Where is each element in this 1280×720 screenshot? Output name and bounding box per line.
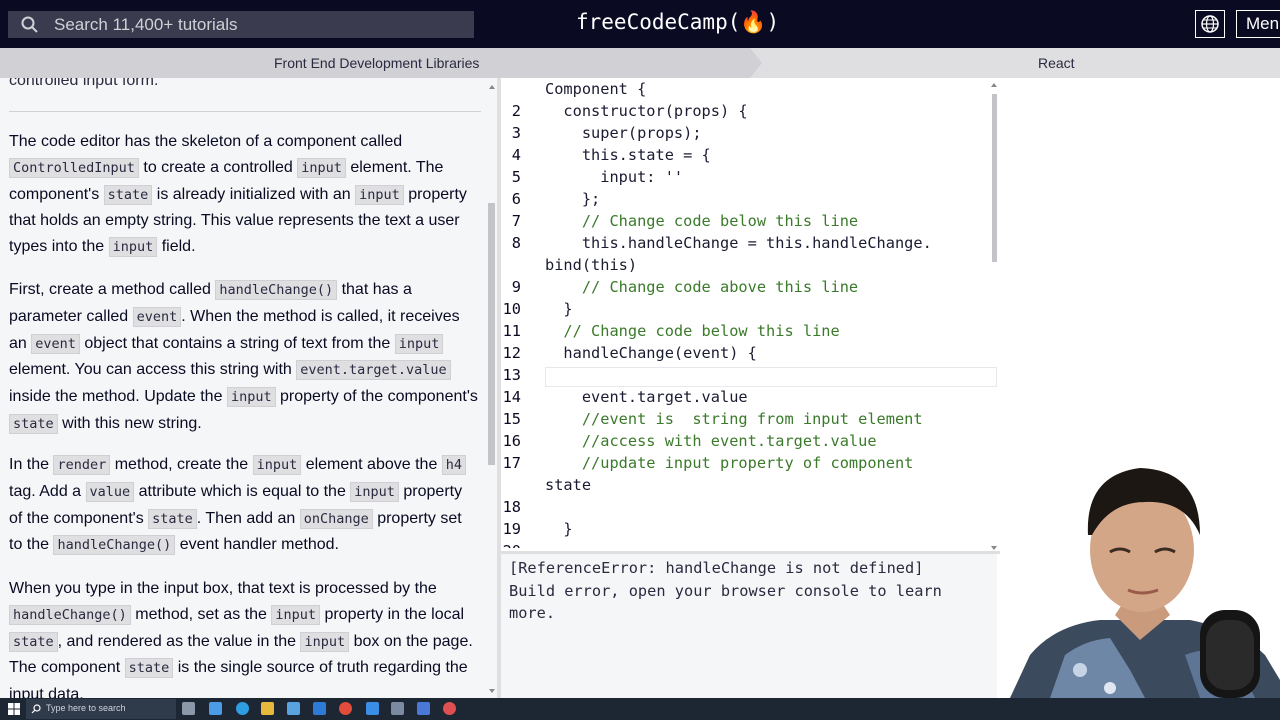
scrollbar-thumb[interactable]	[488, 203, 495, 465]
code-line[interactable]: //update input property of component	[545, 452, 914, 474]
console-message: [ReferenceError: handleChange is not def…	[509, 559, 942, 622]
instructions-pane: controlled input form. The code editor h…	[0, 78, 490, 698]
windows-start-icon[interactable]	[8, 703, 20, 715]
code-line[interactable]: constructor(props) {	[545, 100, 747, 122]
recorder-icon[interactable]	[443, 702, 456, 715]
line-number: 18	[502, 498, 521, 516]
scrollbar-thumb[interactable]	[992, 94, 997, 262]
line-number: 14	[502, 388, 521, 406]
code-line[interactable]: // Change code above this line	[545, 276, 858, 298]
breadcrumb-current[interactable]: React	[1038, 55, 1075, 71]
code-editor[interactable]: Component { 2 constructor(props) { 3 super…	[501, 78, 1000, 548]
line-number: 15	[502, 410, 521, 428]
mail-icon[interactable]	[313, 702, 326, 715]
line-number: 16	[502, 432, 521, 450]
taskbar-search-placeholder: Type here to search	[46, 703, 126, 713]
line-number: 20	[501, 540, 521, 548]
line-number: 7	[511, 212, 521, 230]
code-line[interactable]: }	[545, 518, 572, 540]
output-console: [ReferenceError: handleChange is not def…	[501, 554, 997, 698]
task-view-icon[interactable]	[182, 702, 195, 715]
instructions-paragraph: First, create a method called handleChan…	[9, 280, 478, 434]
app-icon[interactable]	[417, 702, 430, 715]
line-number: 9	[511, 278, 521, 296]
search-placeholder: Search 11,400+ tutorials	[54, 14, 238, 34]
app-icon[interactable]	[391, 702, 404, 715]
top-nav: Search 11,400+ tutorials freeCodeCamp(🔥)…	[0, 0, 1280, 48]
menu-button[interactable]: Men	[1236, 10, 1280, 38]
code-line[interactable]: // Change code below this line	[545, 320, 839, 342]
edge-icon[interactable]	[236, 702, 249, 715]
search-bar[interactable]: Search 11,400+ tutorials	[8, 11, 474, 38]
line-number: 8	[511, 234, 521, 252]
code-line[interactable]: super(props);	[545, 122, 702, 144]
line-number: 5	[511, 168, 521, 186]
store-icon[interactable]	[209, 702, 222, 715]
scroll-up-arrow[interactable]	[991, 83, 997, 87]
breadcrumb: Front End Development Libraries	[0, 48, 1280, 78]
scroll-down-arrow[interactable]	[991, 546, 997, 550]
line-number: 11	[502, 322, 521, 340]
line-number: 17	[502, 454, 521, 472]
line-number: 2	[511, 102, 521, 120]
code-line[interactable]: Component {	[545, 78, 646, 100]
scroll-down-arrow[interactable]	[489, 689, 495, 693]
globe-icon	[1201, 15, 1219, 33]
scroll-up-arrow[interactable]	[489, 85, 495, 89]
code-line[interactable]: }	[545, 298, 572, 320]
code-line[interactable]: input: ''	[545, 166, 683, 188]
code-line[interactable]: // Change code below this line	[545, 210, 858, 232]
line-number: 4	[511, 146, 521, 164]
breadcrumb-section[interactable]: Front End Development Libraries	[0, 48, 762, 78]
file-explorer-icon[interactable]	[261, 702, 274, 715]
line-number: 3	[511, 124, 521, 142]
code-line[interactable]: event.target.value	[545, 386, 748, 408]
current-line-highlight	[545, 367, 997, 387]
chrome-icon[interactable]	[339, 702, 352, 715]
code-line[interactable]: this.handleChange = this.handleChange.	[545, 232, 932, 254]
instructions-paragraph: When you type in the input box, that tex…	[9, 580, 473, 698]
taskbar-search[interactable]: Type here to search	[26, 699, 176, 719]
line-number: 6	[511, 190, 521, 208]
language-button[interactable]	[1195, 10, 1225, 38]
vscode-icon[interactable]	[366, 702, 379, 715]
code-line[interactable]: handleChange(event) {	[545, 342, 756, 364]
windows-taskbar: Type here to search	[0, 698, 1280, 720]
app-icon[interactable]	[287, 702, 300, 715]
breadcrumb-section-label: Front End Development Libraries	[274, 55, 480, 71]
search-icon	[31, 704, 41, 714]
divider	[9, 111, 481, 112]
code-line[interactable]: this.state = {	[545, 144, 711, 166]
line-number: 12	[502, 344, 521, 362]
instructions-paragraph: The code editor has the skeleton of a co…	[9, 133, 467, 258]
editor-scrollbar[interactable]	[990, 80, 999, 552]
code-line[interactable]: state	[545, 474, 591, 496]
code-line[interactable]: bind(this)	[545, 254, 637, 276]
instructions-paragraph: In the render method, create the input e…	[9, 452, 479, 559]
line-number: 13	[502, 366, 521, 384]
line-number: 10	[502, 300, 521, 318]
line-number: 19	[502, 520, 521, 538]
instructions-fragment: controlled input form.	[9, 78, 159, 89]
code-line[interactable]: //event is string from input element	[545, 408, 923, 430]
code-line[interactable]: //access with event.target.value	[545, 430, 877, 452]
freecodecamp-logo[interactable]: freeCodeCamp(🔥)	[576, 10, 779, 35]
presenter-webcam-image	[1010, 468, 1280, 698]
code-line[interactable]: };	[545, 188, 600, 210]
search-icon	[21, 16, 38, 33]
instructions-scrollbar[interactable]	[487, 78, 497, 698]
